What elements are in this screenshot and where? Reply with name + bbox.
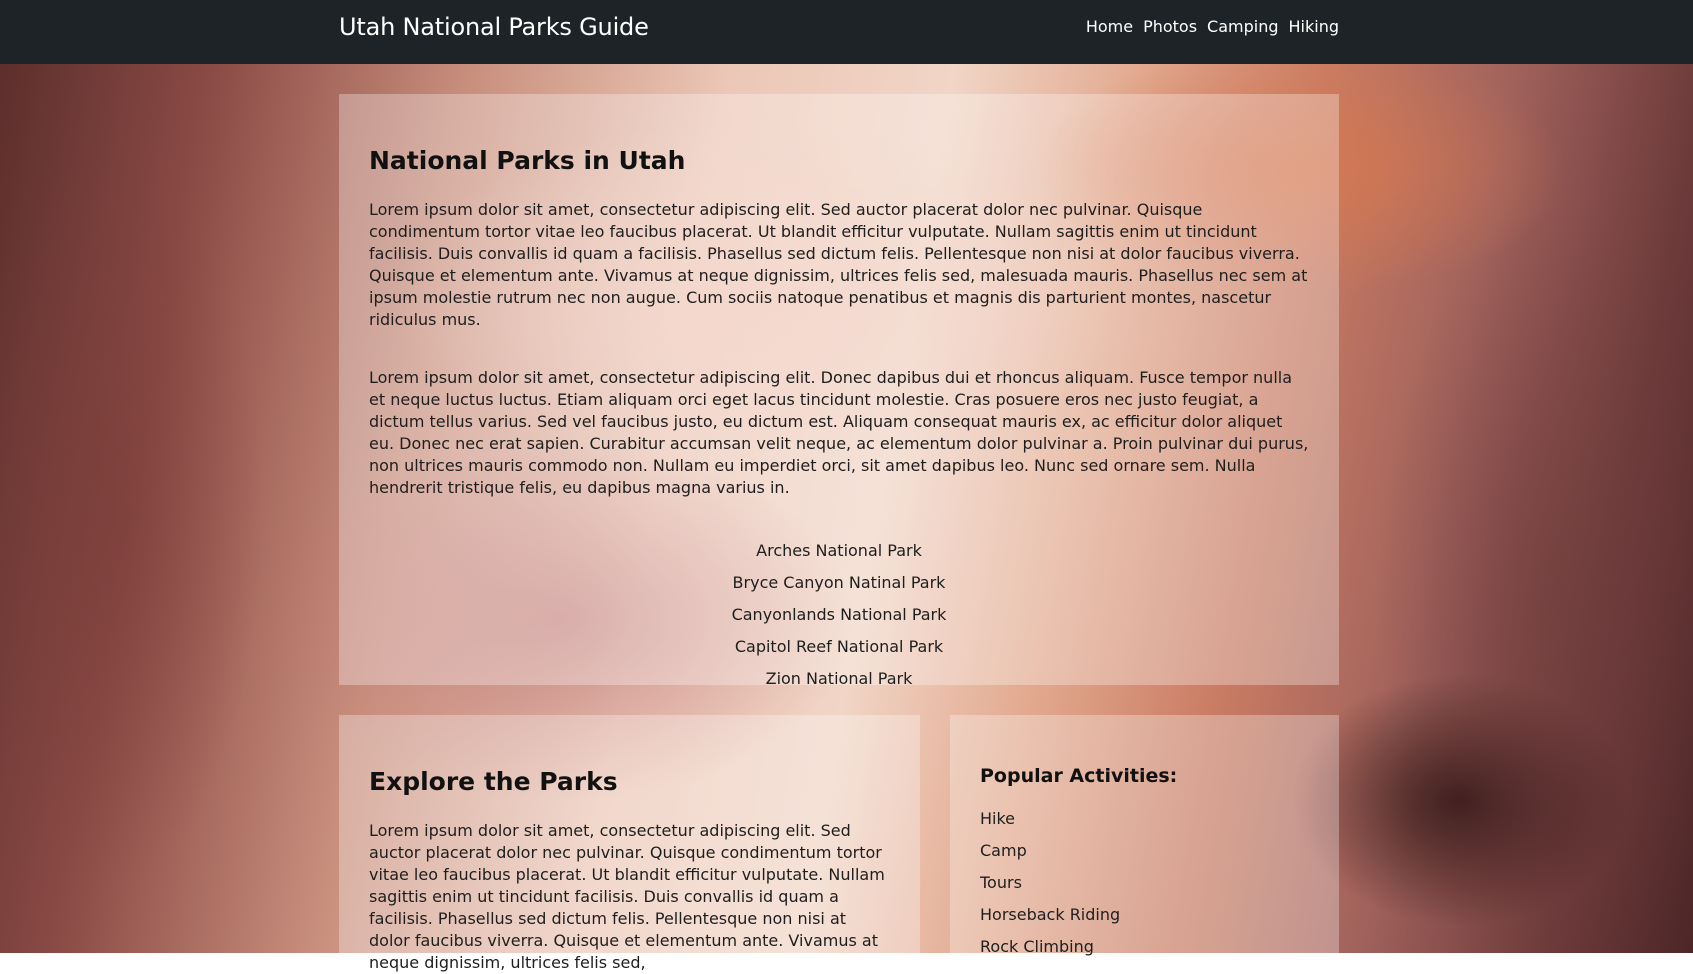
nav-link-hiking[interactable]: Hiking [1289, 17, 1339, 36]
activity-item-horseback-riding: Horseback Riding [980, 905, 1121, 924]
explore-panel: Explore the Parks Lorem ipsum dolor sit … [339, 715, 920, 972]
site-brand[interactable]: Utah National Parks Guide [339, 13, 649, 41]
intro-paragraph-1: Lorem ipsum dolor sit amet, consectetur … [369, 200, 1308, 329]
park-item-arches: Arches National Park [756, 541, 922, 560]
park-item-canyonlands: Canyonlands National Park [731, 605, 947, 624]
main-content-panel: National Parks in Utah Lorem ipsum dolor… [339, 94, 1339, 688]
park-item-capitol-reef: Capitol Reef National Park [734, 637, 944, 656]
activities-list: Hike Camp Tours Horseback Riding Rock Cl… [980, 803, 1309, 963]
activities-title: Popular Activities: [980, 765, 1178, 787]
top-navbar: Utah National Parks Guide Home Photos Ca… [0, 0, 1693, 64]
nav-link-photos[interactable]: Photos [1143, 17, 1197, 36]
explore-paragraph: Lorem ipsum dolor sit amet, consectetur … [369, 821, 885, 972]
activities-panel: Popular Activities: Hike Camp Tours Hors… [950, 715, 1339, 956]
main-nav: Home Photos Camping Hiking [1086, 17, 1339, 36]
explore-title: Explore the Parks [369, 767, 618, 796]
page-title: National Parks in Utah [369, 146, 686, 175]
nav-link-home[interactable]: Home [1086, 17, 1133, 36]
park-item-bryce-canyon: Bryce Canyon Natinal Park [732, 573, 946, 592]
activity-item-tours: Tours [980, 873, 1022, 892]
intro-paragraph-2: Lorem ipsum dolor sit amet, consectetur … [369, 368, 1309, 497]
activity-item-rock-climbing: Rock Climbing [980, 937, 1094, 956]
activity-item-hike: Hike [980, 809, 1016, 828]
park-item-zion: Zion National Park [765, 669, 913, 688]
nav-link-camping[interactable]: Camping [1207, 17, 1278, 36]
parks-list: Arches National Park Bryce Canyon Natina… [369, 535, 1309, 695]
activity-item-camp: Camp [980, 841, 1027, 860]
